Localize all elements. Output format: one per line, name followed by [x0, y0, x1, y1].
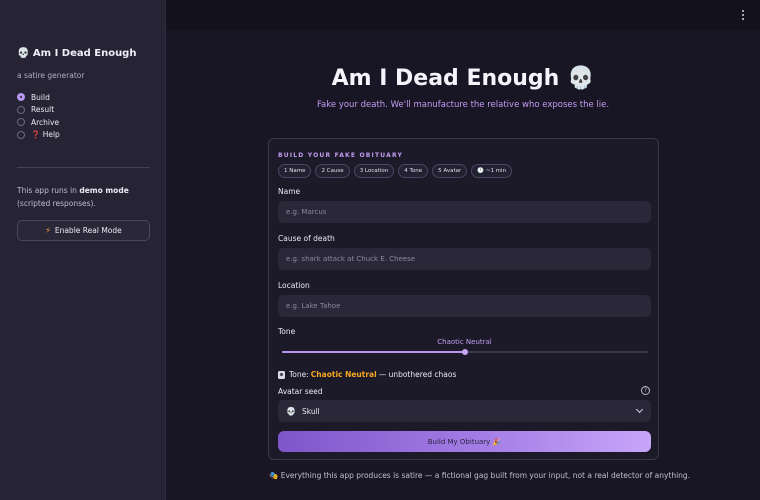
cause-label: Cause of death	[278, 234, 335, 243]
demo-mode-note: This app runs in demo mode (scripted res…	[17, 185, 150, 210]
time-estimate-chip: 🕐 ~1 min	[471, 164, 513, 178]
help-icon[interactable]: ?	[641, 386, 650, 395]
tone-badge-icon	[278, 370, 285, 379]
step-chip-location: 3 Location	[353, 164, 395, 178]
lightning-icon: ⚡	[45, 226, 51, 235]
app-header	[166, 0, 760, 30]
nav-item-label: Archive	[31, 117, 60, 127]
radio-selected-icon[interactable]	[17, 93, 25, 102]
chevron-down-icon	[635, 405, 644, 414]
avatar-seed-select[interactable]: 💀 Skull	[278, 400, 651, 422]
radio-icon[interactable]	[17, 105, 25, 114]
obituary-form-card: BUILD YOUR FAKE OBITUARY 1 Name 2 Cause …	[268, 138, 659, 460]
demo-note-bold: demo mode	[79, 186, 129, 195]
tone-line-prefix: Tone:	[289, 370, 309, 379]
tone-slider[interactable]	[282, 349, 648, 355]
demo-note-suffix: (scripted responses).	[17, 198, 96, 208]
tone-line-name: Chaotic Neutral	[310, 370, 377, 379]
demo-note-prefix: This app runs in	[17, 186, 80, 195]
tone-line-suffix: — unbothered chaos	[378, 370, 457, 379]
enable-real-mode-button[interactable]: ⚡ Enable Real Mode	[17, 220, 150, 241]
radio-icon[interactable]	[17, 118, 25, 127]
tone-slider-thumb[interactable]	[462, 349, 468, 355]
page-title: Am I Dead Enough 💀	[331, 66, 595, 91]
name-label: Name	[278, 187, 301, 196]
sidebar-subtitle: a satire generator	[17, 71, 85, 80]
avatar-seed-value: Skull	[301, 406, 320, 416]
sidebar-divider	[17, 167, 150, 168]
sidebar: 💀 Am I Dead Enough a satire generator Bu…	[0, 0, 166, 500]
location-input[interactable]	[278, 295, 651, 317]
nav-item-label: Result	[31, 105, 55, 115]
form-heading: BUILD YOUR FAKE OBITUARY	[278, 152, 404, 159]
nav-item-help[interactable]: ❓ Help	[17, 129, 60, 142]
name-input[interactable]	[278, 201, 651, 223]
nav-item-build[interactable]: Build	[17, 91, 60, 104]
nav-item-label: ❓ Help	[31, 130, 60, 140]
skull-icon: 💀	[286, 406, 296, 416]
enable-real-mode-label: Enable Real Mode	[54, 226, 122, 235]
sidebar-title: 💀 Am I Dead Enough	[17, 48, 137, 59]
step-chip-avatar: 5 Avatar	[432, 164, 468, 178]
nav-item-label: Build	[31, 92, 50, 102]
step-chip-tone: 4 Tone	[398, 164, 429, 178]
kebab-menu-icon[interactable]	[740, 10, 746, 22]
avatar-seed-label: Avatar seed	[278, 387, 323, 396]
cause-of-death-input[interactable]	[278, 248, 651, 270]
nav-radio-group: Build Result Archive ❓ Help	[17, 91, 60, 141]
step-chip-cause: 2 Cause	[315, 164, 350, 178]
radio-icon[interactable]	[17, 130, 25, 139]
tone-slider-fill	[282, 351, 465, 353]
build-obituary-button[interactable]: Build My Obituary 🎉	[278, 431, 651, 452]
nav-item-archive[interactable]: Archive	[17, 116, 60, 129]
location-label: Location	[278, 281, 310, 290]
page-subtitle: Fake your death. We'll manufacture the r…	[316, 100, 610, 110]
nav-item-result[interactable]: Result	[17, 104, 60, 117]
build-obituary-label: Build My Obituary 🎉	[427, 437, 502, 446]
step-chip-name: 1 Name	[278, 164, 312, 178]
tone-slider-value: Chaotic Neutral	[437, 338, 492, 346]
step-chips: 1 Name 2 Cause 3 Location 4 Tone 5 Avata…	[278, 164, 513, 178]
tone-label: Tone	[278, 327, 296, 336]
satire-disclaimer: 🎭 Everything this app produces is satire…	[269, 471, 691, 480]
tone-description: Tone: Chaotic Neutral — unbothered chaos	[278, 370, 456, 379]
